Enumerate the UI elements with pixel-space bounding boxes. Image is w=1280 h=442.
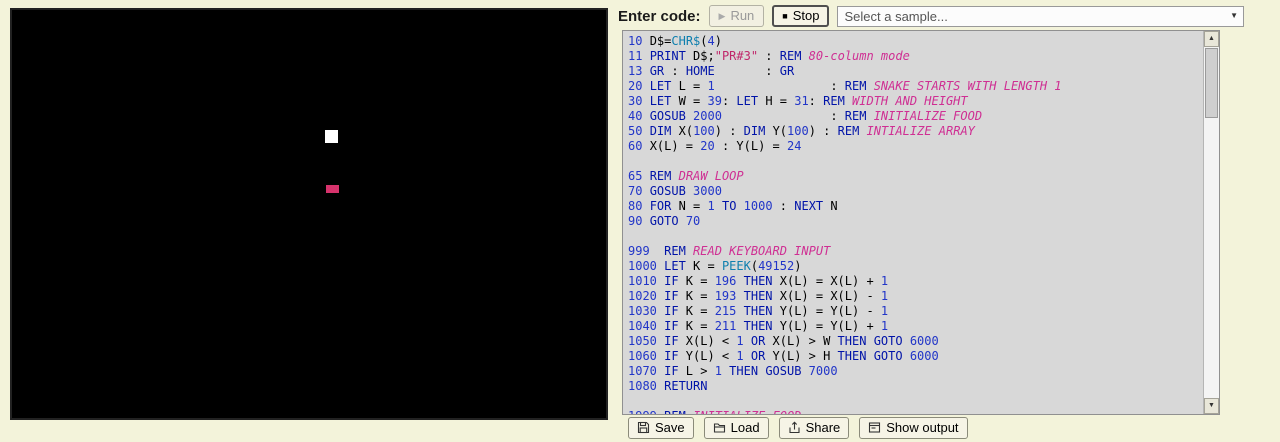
save-button[interactable]: Save [628, 417, 694, 439]
code-line: 60 X(L) = 20 : Y(L) = 24 [628, 139, 1203, 154]
code-line: 20 LET L = 1 : REM SNAKE STARTS WITH LEN… [628, 79, 1203, 94]
stop-icon: ■ [782, 11, 787, 21]
share-button-label: Share [806, 420, 841, 435]
code-line: 1030 IF K = 215 THEN Y(L) = Y(L) - 1 [628, 304, 1203, 319]
share-icon [788, 421, 801, 434]
code-line [628, 394, 1203, 409]
code-line: 1020 IF K = 193 THEN X(L) = X(L) - 1 [628, 289, 1203, 304]
code-line: 11 PRINT D$;"PR#3" : REM 80-column mode [628, 49, 1203, 64]
code-line: 30 LET W = 39: LET H = 31: REM WIDTH AND… [628, 94, 1203, 109]
code-line: 65 REM DRAW LOOP [628, 169, 1203, 184]
code-line: 90 GOTO 70 [628, 214, 1203, 229]
emulator-screen[interactable] [12, 10, 606, 418]
run-button[interactable]: ▶ Run [709, 5, 765, 27]
load-button[interactable]: Load [704, 417, 769, 439]
stop-button-label: Stop [793, 8, 820, 23]
actions-bar: Save Load Share Show outpu [628, 417, 968, 439]
sample-select-wrap: Select a sample... ▼ [837, 6, 1244, 27]
code-lines[interactable]: 10 D$=CHR$(4)11 PRINT D$;"PR#3" : REM 80… [623, 31, 1203, 414]
run-button-label: Run [730, 8, 754, 23]
enter-code-label: Enter code: [618, 8, 701, 25]
code-line: 1080 RETURN [628, 379, 1203, 394]
scrollbar[interactable]: ▲ ▼ [1203, 31, 1219, 414]
code-line: 999 REM READ KEYBOARD INPUT [628, 244, 1203, 259]
code-editor: 10 D$=CHR$(4)11 PRINT D$;"PR#3" : REM 80… [622, 30, 1220, 415]
food-pixel [326, 185, 339, 193]
code-line: 1000 LET K = PEEK(49152) [628, 259, 1203, 274]
folder-icon [713, 421, 726, 434]
scroll-up-button[interactable]: ▲ [1204, 31, 1219, 47]
emulator-display [10, 8, 608, 420]
code-line [628, 154, 1203, 169]
code-line: 10 D$=CHR$(4) [628, 34, 1203, 49]
code-line: 13 GR : HOME : GR [628, 64, 1203, 79]
floppy-disk-icon [637, 421, 650, 434]
code-line: 70 GOSUB 3000 [628, 184, 1203, 199]
show-output-button-label: Show output [886, 420, 958, 435]
share-button[interactable]: Share [779, 417, 850, 439]
save-button-label: Save [655, 420, 685, 435]
stop-button[interactable]: ■ Stop [772, 5, 829, 27]
sample-select[interactable]: Select a sample... [837, 6, 1244, 27]
load-button-label: Load [731, 420, 760, 435]
code-line: 1060 IF Y(L) < 1 OR Y(L) > H THEN GOTO 6… [628, 349, 1203, 364]
code-line: 1070 IF L > 1 THEN GOSUB 7000 [628, 364, 1203, 379]
toolbar: Enter code: ▶ Run ■ Stop Select a sample… [618, 4, 1244, 28]
output-window-icon [868, 421, 881, 434]
code-line: 50 DIM X(100) : DIM Y(100) : REM INTIALI… [628, 124, 1203, 139]
code-line: 80 FOR N = 1 TO 1000 : NEXT N [628, 199, 1203, 214]
scrollbar-thumb[interactable] [1205, 48, 1218, 118]
code-line: 40 GOSUB 2000 : REM INITIALIZE FOOD [628, 109, 1203, 124]
code-line: 1999 REM INITIALIZE FOOD [628, 409, 1203, 414]
scroll-down-button[interactable]: ▼ [1204, 398, 1219, 414]
code-line [628, 229, 1203, 244]
play-icon: ▶ [719, 11, 726, 21]
show-output-button[interactable]: Show output [859, 417, 967, 439]
code-line: 1010 IF K = 196 THEN X(L) = X(L) + 1 [628, 274, 1203, 289]
code-line: 1050 IF X(L) < 1 OR X(L) > W THEN GOTO 6… [628, 334, 1203, 349]
code-line: 1040 IF K = 211 THEN Y(L) = Y(L) + 1 [628, 319, 1203, 334]
snake-pixel [325, 130, 338, 143]
